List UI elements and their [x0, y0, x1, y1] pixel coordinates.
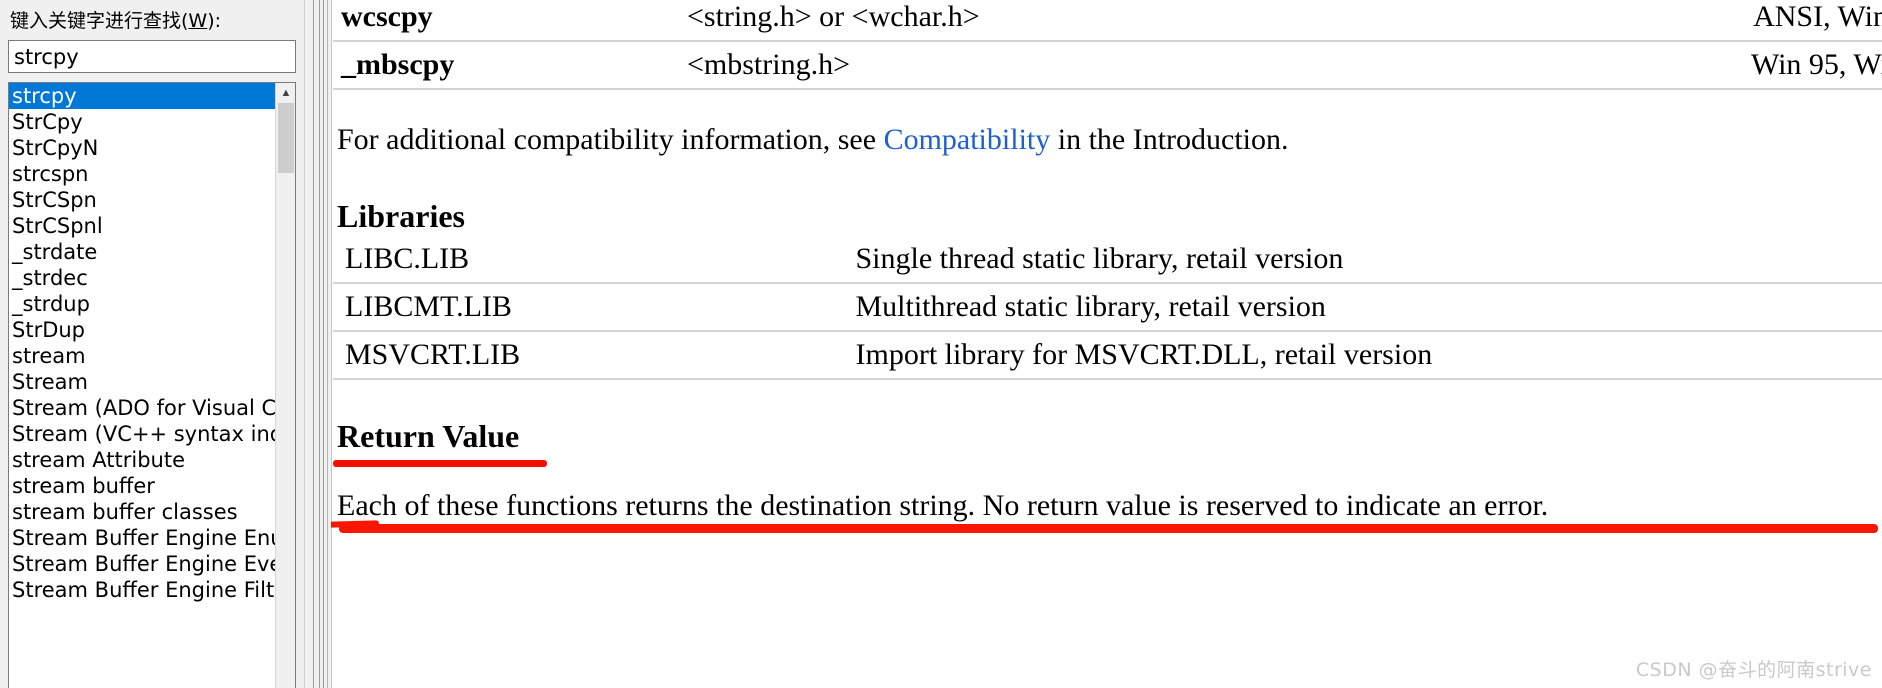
list-item[interactable]: Stream Buffer Engine Filt	[9, 577, 277, 603]
library-name: LIBCMT.LIB	[345, 290, 512, 323]
list-item[interactable]: StrCSpnl	[9, 213, 277, 239]
list-item[interactable]: stream Attribute	[9, 447, 277, 473]
library-name: MSVCRT.LIB	[345, 338, 521, 371]
compat-function-name: wcscpy	[341, 0, 433, 33]
compatibility-link[interactable]: Compatibility	[884, 123, 1051, 156]
compatibility-table: wcscpy <string.h> or <wchar.h> ANSI, Win…	[333, 0, 1882, 90]
compat-required-header: <mbstring.h>	[687, 48, 851, 81]
list-item[interactable]: Stream	[9, 369, 277, 395]
table-row: LIBCMT.LIB Multithread static library, r…	[333, 283, 1882, 331]
library-description: Single thread static library, retail ver…	[855, 242, 1344, 275]
index-search-label: 键入关键字进行查找(W):	[10, 8, 305, 34]
compat-function-name: _mbscpy	[341, 48, 455, 81]
table-row: MSVCRT.LIB Import library for MSVCRT.DLL…	[333, 331, 1882, 379]
index-search-label-suffix: ):	[207, 10, 222, 32]
index-results-list[interactable]: strcpy StrCpy StrCpyN strcspn StrCSpn St…	[8, 82, 296, 688]
library-description: Multithread static library, retail versi…	[855, 290, 1326, 323]
index-list-scrollbar[interactable]: ▲	[275, 83, 295, 688]
list-item[interactable]: Stream (ADO for Visual C++	[9, 395, 277, 421]
help-viewer-window: 键入关键字进行查找(W): strcpy StrCpy StrCpyN strc…	[0, 0, 1882, 688]
annotation-underline-paragraph	[339, 524, 1878, 533]
table-row: _mbscpy <mbstring.h> Win 95, Win N	[333, 41, 1882, 89]
library-description: Import library for MSVCRT.DLL, retail ve…	[855, 338, 1433, 371]
list-item[interactable]: strcpy	[9, 83, 277, 109]
pane-splitter[interactable]	[313, 0, 331, 688]
list-item[interactable]: _strdup	[9, 291, 277, 317]
list-item[interactable]: stream buffer	[9, 473, 277, 499]
compat-compatibility: ANSI, Win 95,	[1753, 0, 1882, 33]
list-item[interactable]: Stream (VC++ syntax index	[9, 421, 277, 447]
annotation-underline-return-value	[333, 460, 548, 467]
compat-required-header: <string.h> or <wchar.h>	[687, 0, 980, 33]
compat-compatibility: Win 95, Win N	[1750, 48, 1882, 81]
list-item[interactable]: StrCSpn	[9, 187, 277, 213]
list-item[interactable]: _strdec	[9, 265, 277, 291]
index-pane-outer-scrollbar[interactable]	[304, 0, 313, 688]
return-value-paragraph: Each of these functions returns the dest…	[337, 489, 1549, 522]
list-item[interactable]: StrCpy	[9, 109, 277, 135]
list-item[interactable]: stream	[9, 343, 277, 369]
list-item[interactable]: Stream Buffer Engine Event	[9, 551, 277, 577]
list-item[interactable]: strcspn	[9, 161, 277, 187]
table-row: LIBC.LIB Single thread static library, r…	[333, 236, 1882, 283]
libraries-heading: Libraries	[337, 198, 465, 234]
index-search-label-prefix: 键入关键字进行查找(	[10, 10, 189, 32]
list-item[interactable]: _strdate	[9, 239, 277, 265]
chevron-up-icon[interactable]: ▲	[276, 83, 295, 103]
document-pane[interactable]: wcscpy <string.h> or <wchar.h> ANSI, Win…	[331, 0, 1882, 688]
library-name: LIBC.LIB	[345, 242, 470, 275]
compat-paragraph-suffix: in the Introduction.	[1050, 123, 1289, 156]
list-item[interactable]: StrDup	[9, 317, 277, 343]
index-pane: 键入关键字进行查找(W): strcpy StrCpy StrCpyN strc…	[0, 0, 313, 688]
index-search-label-accelerator: W	[188, 10, 208, 32]
splitter-line	[327, 0, 328, 688]
list-item[interactable]: stream buffer classes	[9, 499, 277, 525]
document-content: wcscpy <string.h> or <wchar.h> ANSI, Win…	[331, 0, 1882, 526]
list-item[interactable]: StrCpyN	[9, 135, 277, 161]
table-row: wcscpy <string.h> or <wchar.h> ANSI, Win…	[333, 0, 1882, 41]
libraries-table: LIBC.LIB Single thread static library, r…	[333, 236, 1882, 380]
csdn-watermark: CSDN @奋斗的阿南strive	[1635, 659, 1872, 681]
return-value-heading: Return Value	[337, 418, 520, 454]
index-search-input[interactable]	[8, 40, 296, 73]
compatibility-paragraph: For additional compatibility information…	[337, 120, 1882, 160]
list-item[interactable]: Stream Buffer Engine Enum	[9, 525, 277, 551]
compat-paragraph-prefix: For additional compatibility information…	[337, 123, 884, 156]
index-results-list-items: strcpy StrCpy StrCpyN strcspn StrCSpn St…	[9, 83, 277, 688]
scrollbar-thumb[interactable]	[278, 103, 294, 173]
